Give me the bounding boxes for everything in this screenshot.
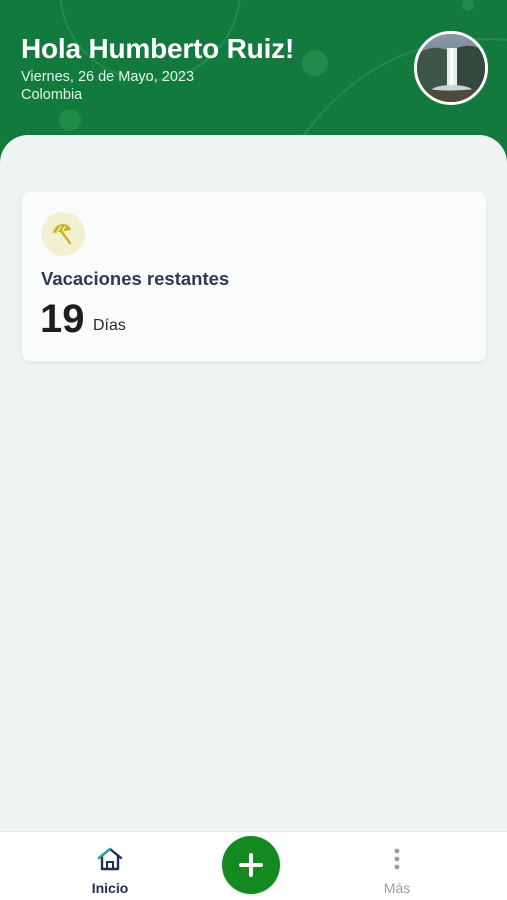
nav-home-label: Inicio bbox=[91, 880, 129, 896]
more-vertical-icon bbox=[393, 846, 401, 872]
vacation-card[interactable]: Vacaciones restantes 19 Días bbox=[22, 192, 486, 361]
country-label: Colombia bbox=[21, 87, 83, 103]
greeting-title: Hola Humberto Ruiz! bbox=[21, 33, 295, 64]
app-screen: Hola Humberto Ruiz! Viernes, 26 de Mayo,… bbox=[0, 0, 507, 900]
vacation-card-title: Vacaciones restantes bbox=[41, 268, 230, 289]
beach-umbrella-icon bbox=[41, 212, 85, 256]
waterfall-photo bbox=[417, 34, 485, 102]
nav-item-more[interactable]: Más bbox=[347, 832, 447, 900]
current-date: Viernes, 26 de Mayo, 2023 bbox=[21, 69, 195, 85]
add-button[interactable] bbox=[222, 836, 280, 894]
vacation-days-value: 19 bbox=[40, 297, 85, 341]
home-icon bbox=[96, 846, 124, 872]
vacation-days-unit: Días bbox=[93, 317, 126, 334]
avatar[interactable] bbox=[414, 31, 488, 105]
nav-item-home[interactable]: Inicio bbox=[60, 832, 160, 900]
plus-icon bbox=[239, 853, 263, 877]
nav-more-label: Más bbox=[383, 880, 411, 896]
